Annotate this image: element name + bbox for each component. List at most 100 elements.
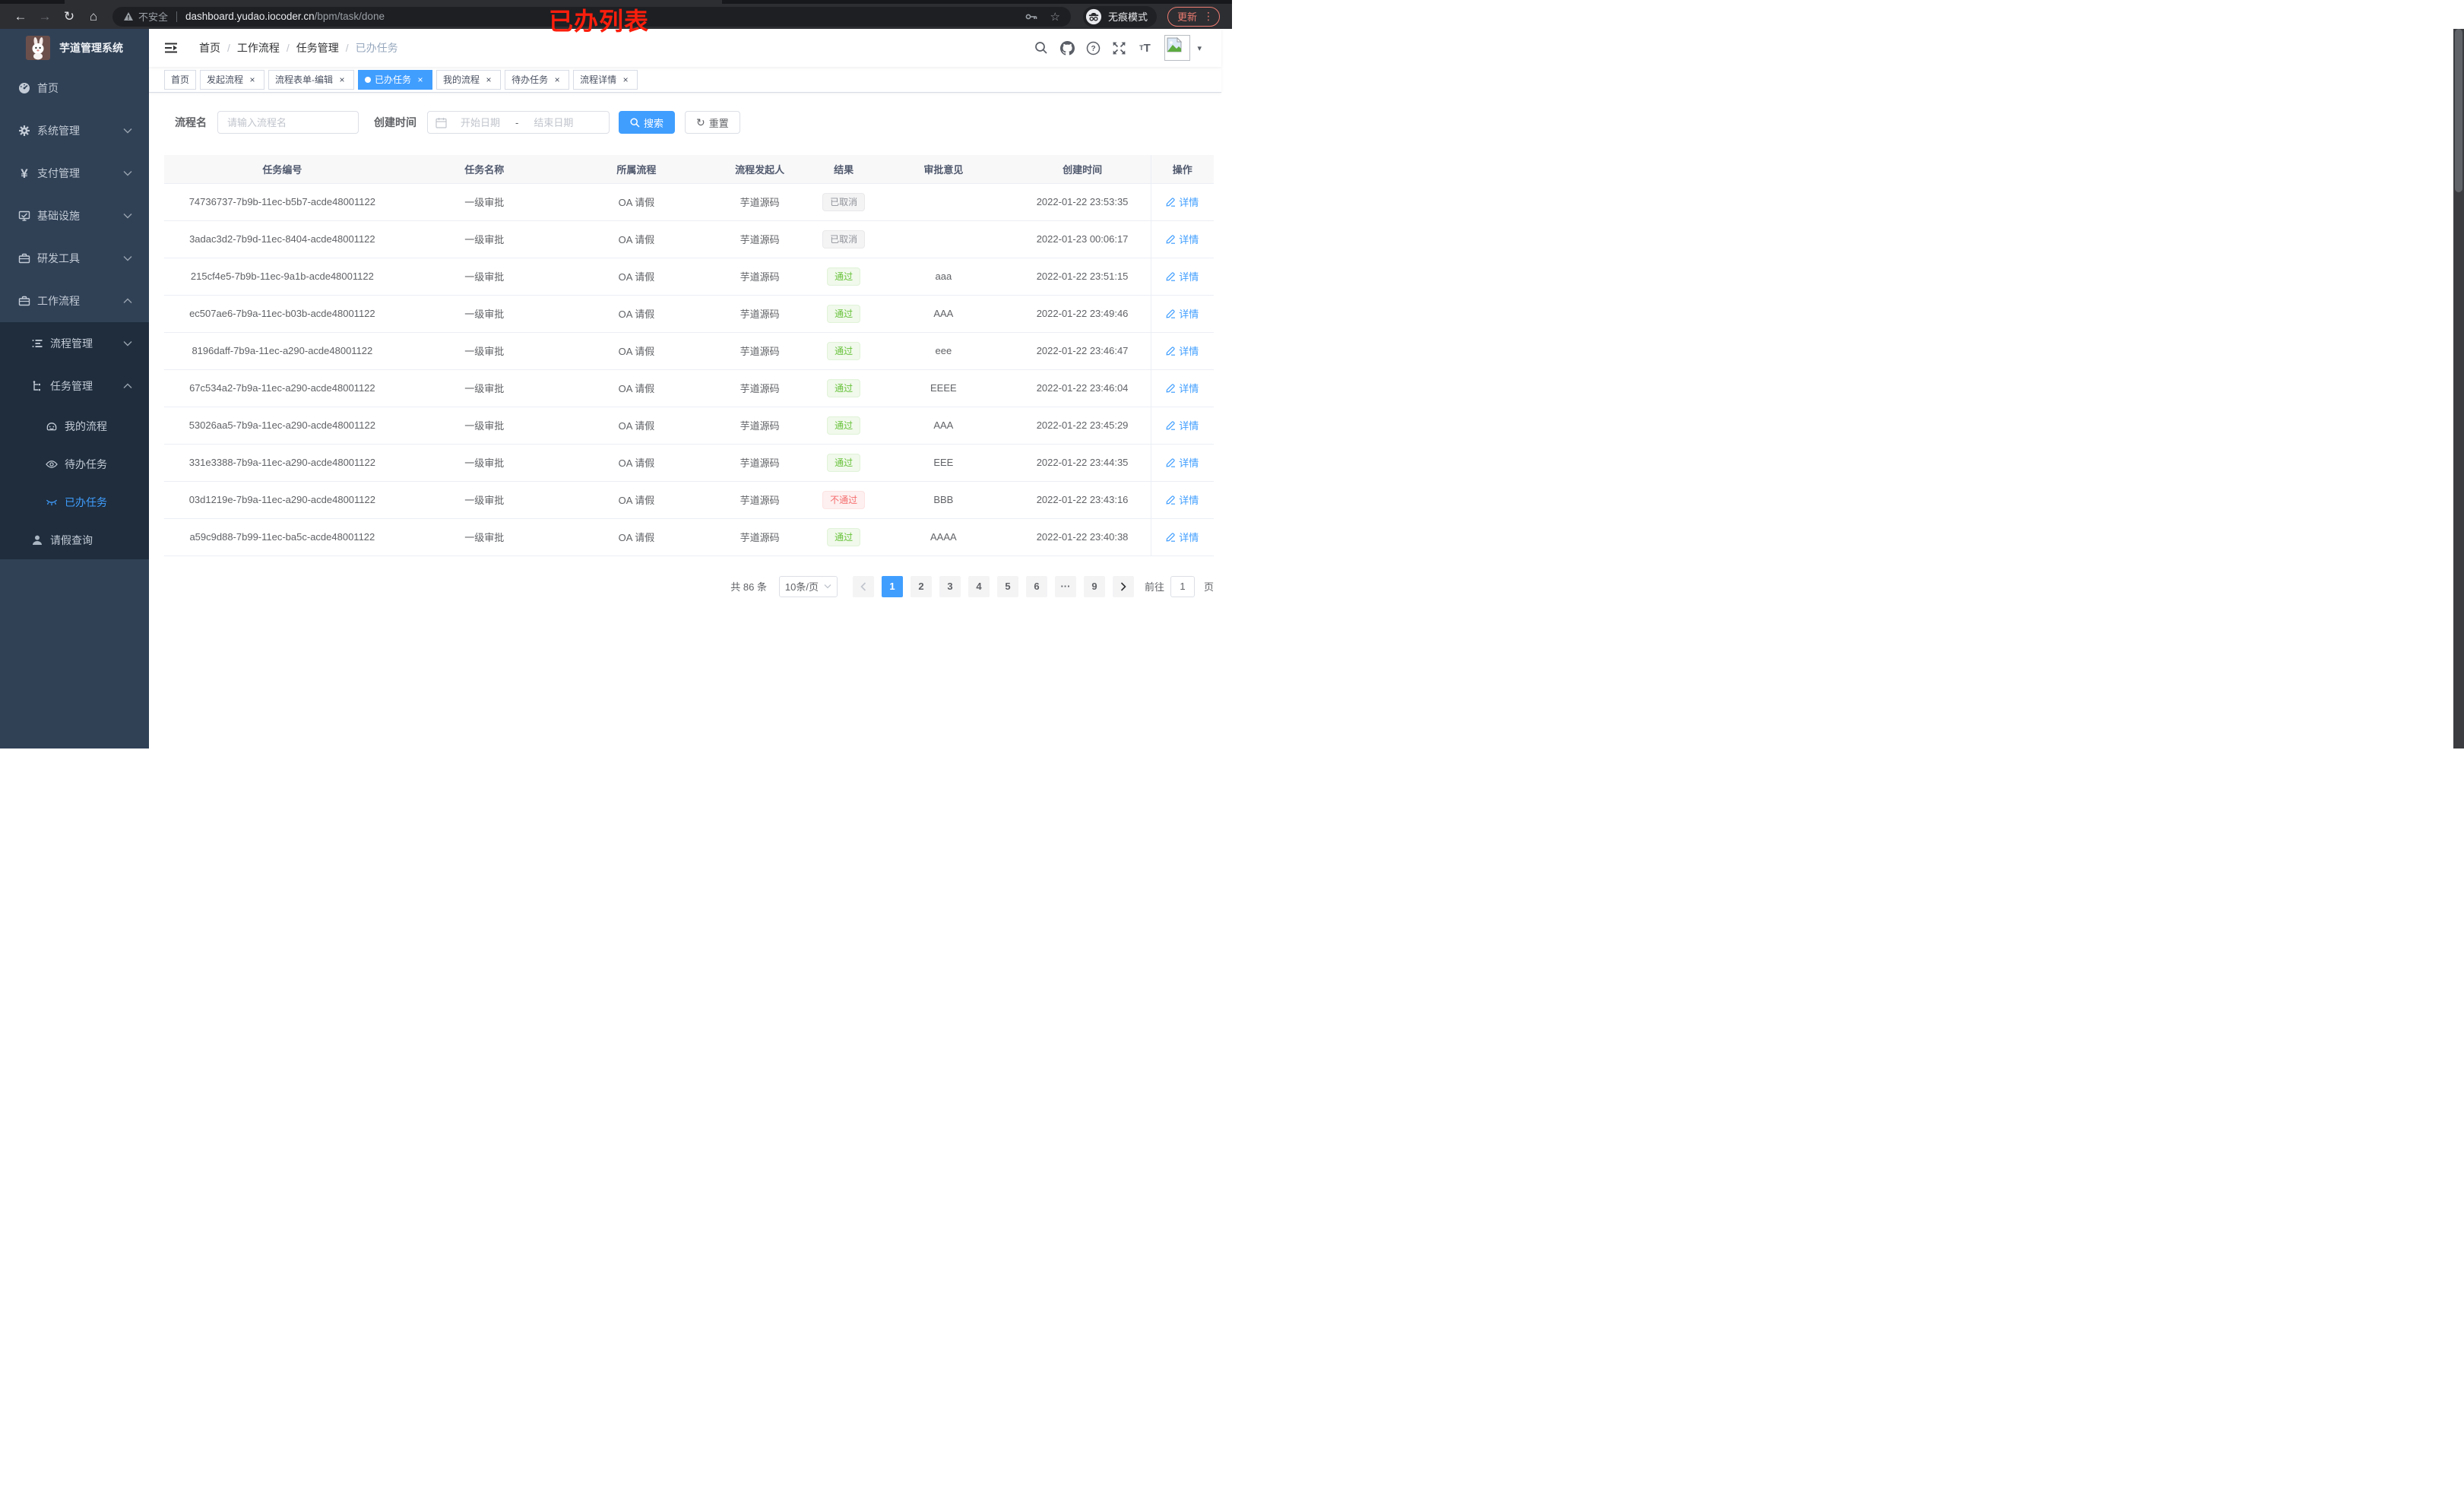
tab-label: 待办任务 <box>511 74 549 85</box>
edit-icon <box>1166 235 1176 244</box>
bookmark-star-icon[interactable]: ☆ <box>1050 10 1060 24</box>
tab-close-icon[interactable]: × <box>415 71 426 89</box>
sidebar-item-payment[interactable]: ¥ 支付管理 <box>0 152 149 195</box>
tab-close-icon[interactable]: × <box>337 71 347 89</box>
tab-close-icon[interactable]: × <box>247 71 258 89</box>
cell-task-id: ec507ae6-7b9a-11ec-b03b-acde48001122 <box>164 295 401 333</box>
goto-page-input[interactable] <box>1170 575 1195 597</box>
detail-link[interactable]: 详情 <box>1166 306 1199 321</box>
reset-button[interactable]: ↻ 重置 <box>685 111 740 134</box>
list-icon <box>31 337 43 350</box>
active-dot <box>365 76 372 83</box>
sidebar-logo-row[interactable]: 芋道管理系统 <box>0 29 149 67</box>
url-domain: dashboard.yudao.iocoder.cn <box>185 11 315 22</box>
font-size-icon[interactable]: TT <box>1137 40 1152 55</box>
scrollbar-thumb[interactable] <box>2455 29 2462 192</box>
page-scrollbar[interactable] <box>2453 29 2464 748</box>
sidebar-fold-icon[interactable] <box>163 42 179 54</box>
cell-comment: EEEE <box>873 369 1015 407</box>
tags-view-tab[interactable]: 我的流程 × <box>436 69 502 90</box>
result-tag: 通过 <box>827 304 861 323</box>
page-number-button[interactable]: 1 <box>881 575 903 597</box>
detail-link[interactable]: 详情 <box>1166 418 1199 432</box>
cell-process: OA 请假 <box>568 183 705 221</box>
col-starter: 流程发起人 <box>705 155 816 184</box>
sidebar-item-task-mgmt[interactable]: 任务管理 <box>0 365 149 407</box>
browser-menu-icon[interactable]: ⋮ <box>1203 10 1214 23</box>
detail-link[interactable]: 详情 <box>1166 232 1199 246</box>
chevron-down-icon <box>123 170 132 176</box>
sidebar-item-my-process[interactable]: 我的流程 <box>0 407 149 445</box>
fullscreen-icon[interactable] <box>1111 40 1126 55</box>
tags-view-tab[interactable]: 流程详情 × <box>573 69 638 90</box>
tab-label: 流程详情 <box>580 74 617 85</box>
date-range-picker[interactable]: - <box>427 111 610 134</box>
detail-link[interactable]: 详情 <box>1166 530 1199 544</box>
col-task-name: 任务名称 <box>400 155 568 184</box>
tab-label: 我的流程 <box>443 74 480 85</box>
home-icon[interactable]: ⌂ <box>84 7 103 27</box>
cell-created: 2022-01-22 23:46:04 <box>1014 369 1151 407</box>
content: 流程名 创建时间 - <box>164 111 1214 597</box>
detail-link[interactable]: 详情 <box>1166 455 1199 470</box>
cell-starter: 芋道源码 <box>705 183 816 221</box>
detail-link[interactable]: 详情 <box>1166 195 1199 209</box>
sidebar-item-home[interactable]: 首页 <box>0 67 149 109</box>
sidebar-item-leave-query[interactable]: 请假查询 <box>0 521 149 559</box>
prev-page-button[interactable] <box>852 575 874 597</box>
avatar-dropdown-icon[interactable]: ▾ <box>1197 43 1202 53</box>
sidebar-item-workflow[interactable]: 工作流程 <box>0 280 149 322</box>
tags-view-tab[interactable]: 流程表单-编辑 × <box>268 69 355 90</box>
page-number-button[interactable]: 9 <box>1083 575 1105 597</box>
sidebar-item-todo-tasks[interactable]: 待办任务 <box>0 445 149 483</box>
browser-update-button[interactable]: 更新 ⋮ <box>1167 6 1220 27</box>
github-icon[interactable] <box>1059 40 1075 55</box>
back-icon[interactable]: ← <box>11 7 30 27</box>
page-number-button[interactable]: 3 <box>939 575 961 597</box>
next-page-button[interactable] <box>1112 575 1134 597</box>
breadcrumb-home[interactable]: 首页 <box>199 40 220 55</box>
sidebar-item-devtools[interactable]: 研发工具 <box>0 237 149 280</box>
breadcrumb-task-mgmt[interactable]: 任务管理 <box>296 40 339 55</box>
avatar[interactable] <box>1164 35 1191 61</box>
page-number-button[interactable]: 4 <box>968 575 990 597</box>
detail-link[interactable]: 详情 <box>1166 343 1199 358</box>
start-date-input[interactable] <box>447 116 514 128</box>
sidebar-item-system[interactable]: 系统管理 <box>0 109 149 152</box>
search-button[interactable]: 搜索 <box>619 111 676 134</box>
page-number-button[interactable]: ··· <box>1054 575 1076 597</box>
incognito-badge: 无痕模式 <box>1082 5 1157 27</box>
result-tag: 通过 <box>827 267 861 286</box>
forward-icon[interactable]: → <box>35 7 55 27</box>
reload-icon[interactable]: ↻ <box>59 7 79 27</box>
page-number-button[interactable]: 2 <box>910 575 932 597</box>
sidebar-item-process-mgmt[interactable]: 流程管理 <box>0 322 149 365</box>
key-icon[interactable] <box>1025 10 1038 24</box>
cell-starter: 芋道源码 <box>705 444 816 482</box>
breadcrumb-separator: / <box>286 42 290 54</box>
cell-created: 2022-01-22 23:51:15 <box>1014 258 1151 296</box>
detail-link[interactable]: 详情 <box>1166 492 1199 507</box>
end-date-input[interactable] <box>520 116 587 128</box>
process-name-input[interactable] <box>217 111 359 134</box>
tags-view-tab[interactable]: 已办任务 × <box>358 69 433 90</box>
sidebar-item-infra[interactable]: 基础设施 <box>0 195 149 237</box>
detail-link[interactable]: 详情 <box>1166 381 1199 395</box>
tags-view-tab[interactable]: 首页 <box>164 69 197 90</box>
tab-close-icon[interactable]: × <box>552 71 562 89</box>
search-button-label: 搜索 <box>644 117 664 129</box>
user-icon <box>31 534 43 546</box>
sidebar-item-done-tasks[interactable]: 已办任务 <box>0 483 149 521</box>
page-number-button[interactable]: 6 <box>1025 575 1047 597</box>
tab-close-icon[interactable]: × <box>620 71 631 89</box>
tags-view-tab[interactable]: 发起流程 × <box>200 69 265 90</box>
detail-link-label: 详情 <box>1179 197 1199 208</box>
help-icon[interactable]: ? <box>1085 40 1101 55</box>
tags-view-tab[interactable]: 待办任务 × <box>505 69 570 90</box>
search-icon[interactable] <box>1034 40 1049 55</box>
detail-link[interactable]: 详情 <box>1166 269 1199 283</box>
tab-close-icon[interactable]: × <box>483 71 494 89</box>
breadcrumb-workflow[interactable]: 工作流程 <box>237 40 280 55</box>
page-number-button[interactable]: 5 <box>996 575 1018 597</box>
page-size-select[interactable]: 10条/页 <box>778 575 838 597</box>
